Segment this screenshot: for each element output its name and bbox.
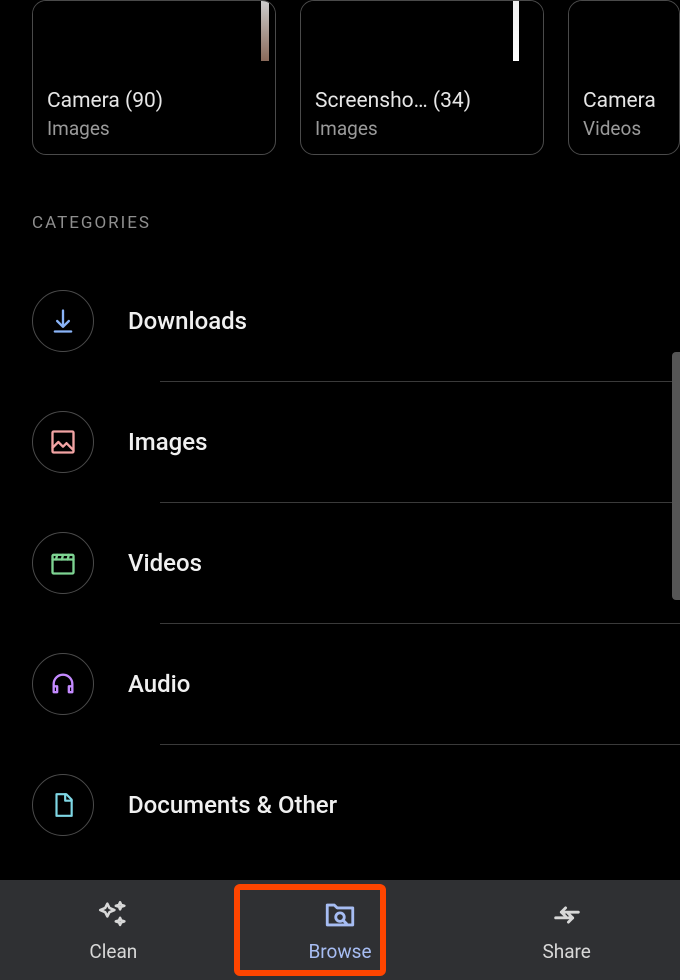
nav-share[interactable]: Share xyxy=(453,880,680,980)
folder-cards-row[interactable]: Camera (90) Images Screensho… (34) Image… xyxy=(0,0,680,155)
category-audio[interactable]: Audio xyxy=(32,624,680,744)
share-icon xyxy=(550,898,584,936)
category-videos[interactable]: Videos xyxy=(32,503,680,623)
folder-thumbnail xyxy=(301,1,543,83)
nav-label: Clean xyxy=(89,940,137,963)
scrollbar-thumb[interactable] xyxy=(672,352,680,600)
folder-card-camera-videos[interactable]: Camera Videos xyxy=(568,0,680,155)
category-label: Images xyxy=(128,428,207,456)
category-downloads[interactable]: Downloads xyxy=(32,261,680,381)
browse-icon xyxy=(323,898,357,936)
nav-clean[interactable]: Clean xyxy=(0,880,227,980)
nav-browse[interactable]: Browse xyxy=(227,880,454,980)
audio-icon xyxy=(32,653,94,715)
folder-thumbnail xyxy=(33,1,275,83)
sparkle-icon xyxy=(96,898,130,936)
category-documents[interactable]: Documents & Other xyxy=(32,745,680,865)
category-images[interactable]: Images xyxy=(32,382,680,502)
nav-label: Share xyxy=(542,940,590,963)
folder-subtitle: Videos xyxy=(583,117,665,140)
nav-label: Browse xyxy=(308,940,371,963)
video-icon xyxy=(32,532,94,594)
categories-heading: CATEGORIES xyxy=(0,155,680,261)
category-label: Audio xyxy=(128,670,190,698)
folder-card-screenshots[interactable]: Screensho… (34) Images xyxy=(300,0,544,155)
category-label: Downloads xyxy=(128,307,247,335)
folder-count: (90) xyxy=(125,89,163,113)
download-icon xyxy=(32,290,94,352)
main-scroll[interactable]: Camera (90) Images Screensho… (34) Image… xyxy=(0,0,680,880)
category-label: Documents & Other xyxy=(128,791,337,819)
category-list: Downloads Images Videos Audio xyxy=(0,261,680,865)
folder-card-camera-images[interactable]: Camera (90) Images xyxy=(32,0,276,155)
image-icon xyxy=(32,411,94,473)
folder-subtitle: Images xyxy=(315,117,529,140)
folder-title: Camera xyxy=(583,89,656,113)
folder-count: (34) xyxy=(433,89,471,113)
folder-title: Screensho… xyxy=(315,89,428,113)
folder-title: Camera xyxy=(47,89,120,113)
folder-subtitle: Images xyxy=(47,117,261,140)
document-icon xyxy=(32,774,94,836)
category-label: Videos xyxy=(128,549,202,577)
folder-thumbnail xyxy=(569,1,679,83)
bottom-nav: Clean Browse Share xyxy=(0,880,680,980)
